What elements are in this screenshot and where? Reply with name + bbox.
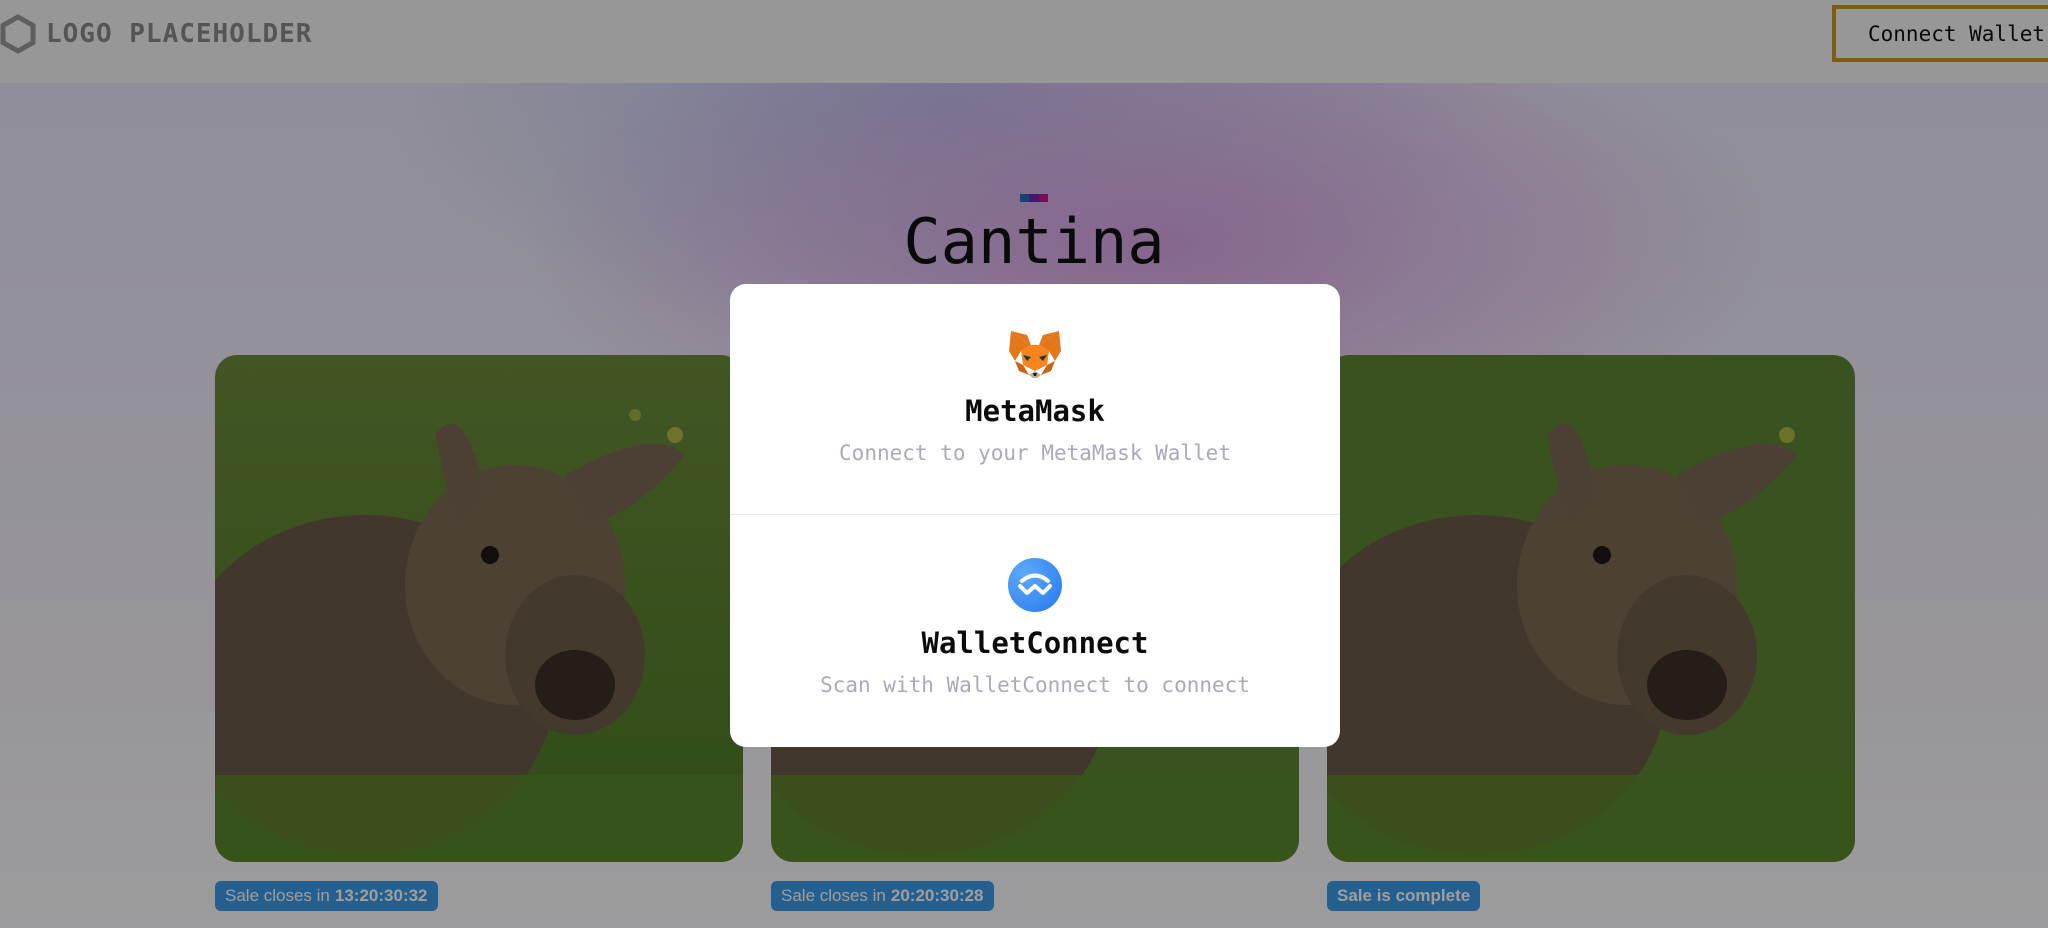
walletconnect-title: WalletConnect [921,626,1149,660]
metamask-description: Connect to your MetaMask Wallet [839,441,1231,465]
metamask-fox-icon [1007,325,1063,381]
walletconnect-icon [1007,557,1063,613]
metamask-option[interactable]: MetaMask Connect to your MetaMask Wallet [730,284,1340,515]
wallet-select-modal: MetaMask Connect to your MetaMask Wallet… [730,284,1340,747]
walletconnect-description: Scan with WalletConnect to connect [820,673,1250,697]
walletconnect-option[interactable]: WalletConnect Scan with WalletConnect to… [730,516,1340,747]
metamask-title: MetaMask [965,394,1105,428]
